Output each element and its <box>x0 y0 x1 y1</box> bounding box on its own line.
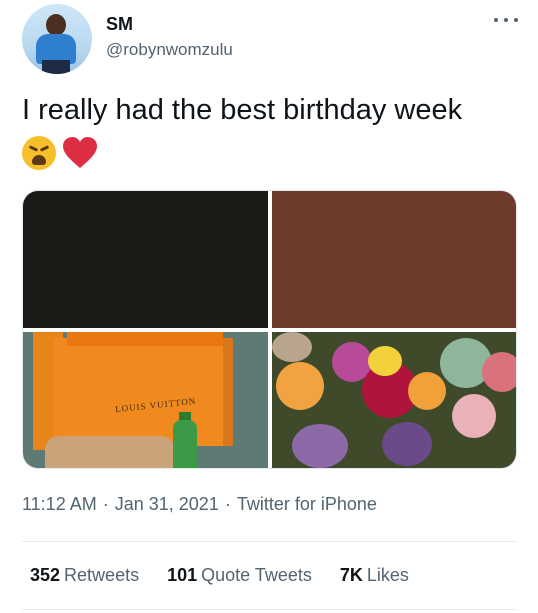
media-photo-1[interactable] <box>23 191 268 328</box>
retweets-stat[interactable]: 352 Retweets <box>30 565 139 586</box>
media-photo-2[interactable] <box>272 191 516 328</box>
user-handle[interactable]: @robynwomzulu <box>106 40 233 60</box>
avatar[interactable] <box>22 4 92 74</box>
tweet-date[interactable]: Jan 31, 2021 <box>115 494 219 514</box>
weary-face-emoji <box>22 136 56 170</box>
likes-stat[interactable]: 7K Likes <box>340 565 409 586</box>
tweet-time[interactable]: 11:12 AM <box>22 494 97 514</box>
tweet-emojis <box>22 134 98 172</box>
red-heart-emoji <box>63 137 97 168</box>
tweet-text: I really had the best birthday week <box>22 94 463 126</box>
divider <box>22 541 518 542</box>
media-photo-4[interactable] <box>272 332 516 468</box>
tweet-stats: 352 Retweets 101 Quote Tweets 7K Likes <box>30 565 409 586</box>
divider <box>22 609 518 610</box>
tweet-source[interactable]: Twitter for iPhone <box>237 494 377 514</box>
media-photo-3[interactable]: LOUIS VUITTON <box>23 332 268 468</box>
quote-tweets-stat[interactable]: 101 Quote Tweets <box>167 565 312 586</box>
tweet-header: SM @robynwomzulu <box>22 4 518 76</box>
media-grid: LOUIS VUITTON <box>22 190 517 469</box>
tweet-meta: 11:12 AM · Jan 31, 2021 · Twitter for iPhone <box>22 494 377 514</box>
more-horizontal-icon[interactable] <box>494 14 518 26</box>
display-name[interactable]: SM <box>106 14 133 35</box>
